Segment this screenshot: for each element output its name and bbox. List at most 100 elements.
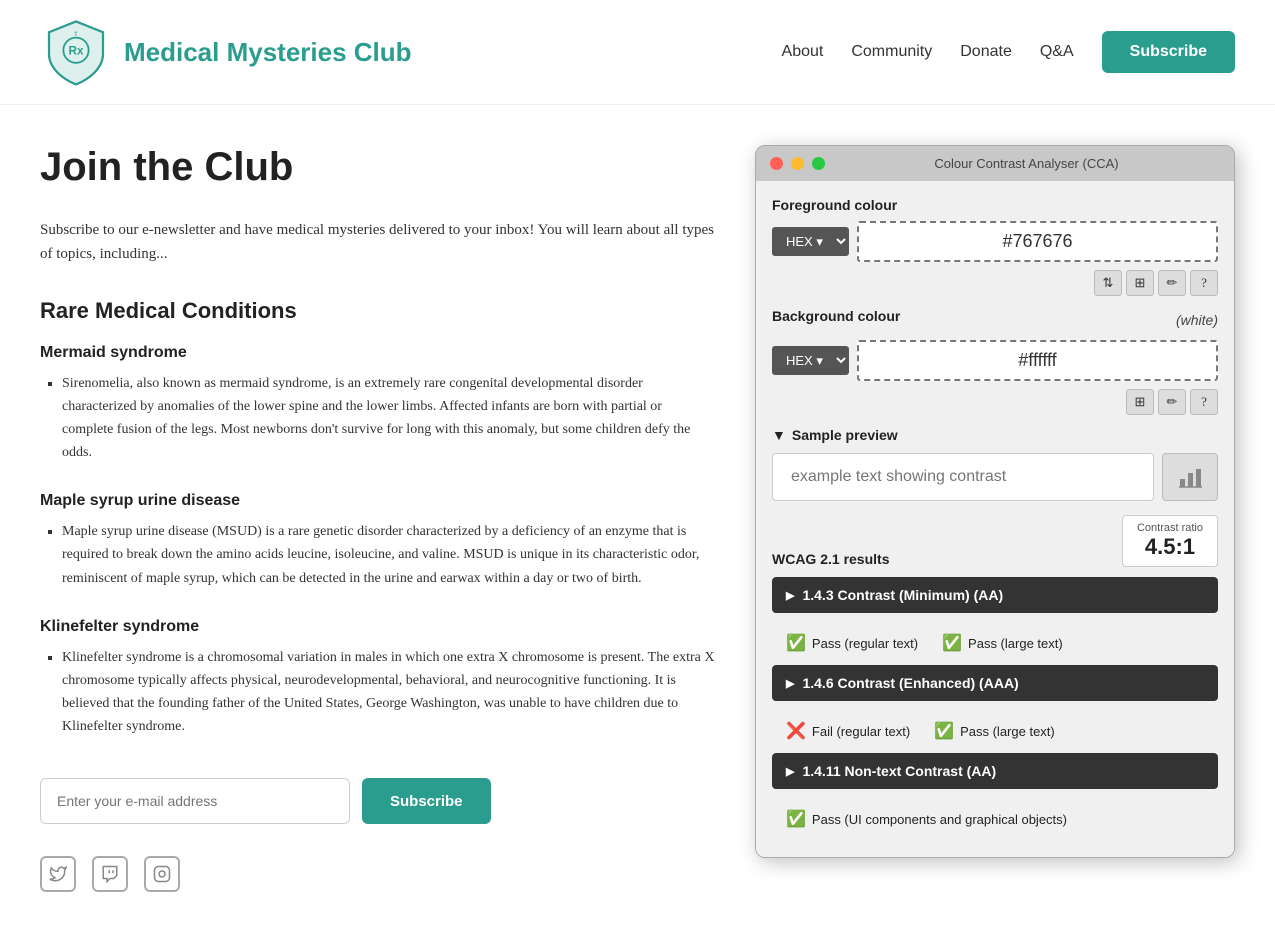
wcag-item-1: ▶ 1.4.6 Contrast (Enhanced) (AAA) ❌ Fail… [772, 665, 1218, 747]
contrast-ratio-value: 4.5:1 [1137, 534, 1203, 560]
wcag-item-label-1: 1.4.6 Contrast (Enhanced) (AAA) [802, 675, 1018, 691]
wcag-result-0-0: ✅ Pass (regular text) [786, 629, 918, 657]
wcag-result-label-2-0: Pass (UI components and graphical object… [812, 812, 1067, 827]
foreground-hex-input[interactable] [857, 221, 1218, 262]
wcag-results-1: ❌ Fail (regular text) ✅ Pass (large text… [772, 709, 1218, 747]
wcag-result-label-1-0: Fail (regular text) [812, 724, 910, 739]
condition-name-1: Maple syrup urine disease [40, 492, 715, 510]
nav-about[interactable]: About [782, 43, 824, 61]
svg-text:⚕: ⚕ [74, 29, 78, 38]
foreground-label: Foreground colour [772, 197, 1218, 213]
wcag-result-label-0-0: Pass (regular text) [812, 636, 918, 651]
wcag-result-1-0: ❌ Fail (regular text) [786, 717, 910, 745]
wcag-item-0: ▶ 1.4.3 Contrast (Minimum) (AA) ✅ Pass (… [772, 577, 1218, 659]
background-hex-input[interactable] [857, 340, 1218, 381]
background-label-row: Background colour (white) [772, 308, 1218, 332]
cca-column: Colour Contrast Analyser (CCA) Foregroun… [755, 145, 1235, 892]
background-format-select[interactable]: HEX ▾ [772, 346, 849, 375]
subscribe-row: Subscribe [40, 778, 715, 824]
twitter-icon[interactable] [40, 856, 76, 892]
sample-preview-header[interactable]: ▼ Sample preview [772, 427, 1218, 443]
wcag-result-1-1: ✅ Pass (large text) [934, 717, 1055, 745]
bg-settings-icon[interactable]: ⊞ [1126, 389, 1154, 415]
twitch-icon[interactable] [92, 856, 128, 892]
section-title: Rare Medical Conditions [40, 298, 715, 324]
titlebar-maximize-dot[interactable] [812, 157, 825, 170]
wcag-item-header-1[interactable]: ▶ 1.4.6 Contrast (Enhanced) (AAA) [772, 665, 1218, 701]
wcag-results-0: ✅ Pass (regular text) ✅ Pass (large text… [772, 621, 1218, 659]
wcag-results-header: WCAG 2.1 results Contrast ratio 4.5:1 [772, 515, 1218, 567]
sample-text-box: example text showing contrast [772, 453, 1154, 501]
condition-text-2: Klinefelter syndrome is a chromosomal va… [62, 646, 715, 738]
background-tool-icons: ⊞ ✏ ? [772, 389, 1218, 415]
cca-window: Colour Contrast Analyser (CCA) Foregroun… [755, 145, 1235, 858]
wcag-item-header-2[interactable]: ▶ 1.4.11 Non-text Contrast (AA) [772, 753, 1218, 789]
nav-community[interactable]: Community [851, 43, 932, 61]
social-icons [40, 856, 715, 892]
logo-icon: Rx ⚕ [40, 16, 112, 88]
nav-subscribe-button[interactable]: Subscribe [1102, 31, 1235, 73]
sample-chart-button[interactable] [1162, 453, 1218, 501]
sample-preview-row: example text showing contrast [772, 453, 1218, 501]
foreground-color-row: HEX ▾ [772, 221, 1218, 262]
condition-maple: Maple syrup urine disease Maple syrup ur… [40, 492, 715, 589]
wcag-play-icon-0: ▶ [786, 589, 794, 602]
background-color-row: HEX ▾ [772, 340, 1218, 381]
wcag-item-label-0: 1.4.3 Contrast (Minimum) (AA) [802, 587, 1003, 603]
nav-qa[interactable]: Q&A [1040, 43, 1074, 61]
cca-titlebar: Colour Contrast Analyser (CCA) [756, 146, 1234, 181]
wcag-item-2: ▶ 1.4.11 Non-text Contrast (AA) ✅ Pass (… [772, 753, 1218, 835]
email-input[interactable] [40, 778, 350, 824]
titlebar-minimize-dot[interactable] [791, 157, 804, 170]
page-heading: Join the Club [40, 145, 715, 190]
wcag-play-icon-2: ▶ [786, 765, 794, 778]
intro-text: Subscribe to our e-newsletter and have m… [40, 218, 715, 266]
wcag-result-label-0-1: Pass (large text) [968, 636, 1063, 651]
bg-eyedropper-icon[interactable]: ✏ [1158, 389, 1186, 415]
sample-preview-label: Sample preview [792, 427, 898, 443]
sample-preview-section: ▼ Sample preview example text showing co… [772, 427, 1218, 835]
wcag-results-2: ✅ Pass (UI components and graphical obje… [772, 797, 1218, 835]
condition-name-0: Mermaid syndrome [40, 344, 715, 362]
foreground-format-select[interactable]: HEX ▾ [772, 227, 849, 256]
logo-link[interactable]: Rx ⚕ Medical Mysteries Club [40, 16, 412, 88]
cca-body: Foreground colour HEX ▾ ⇅ ⊞ ✏ ? Backgrou… [756, 181, 1234, 857]
contrast-ratio-box: Contrast ratio 4.5:1 [1122, 515, 1218, 567]
condition-text-1: Maple syrup urine disease (MSUD) is a ra… [62, 520, 715, 589]
fg-swap-icon[interactable]: ⇅ [1094, 270, 1122, 296]
pass-icon-0-0: ✅ [786, 633, 806, 653]
wcag-item-label-2: 1.4.11 Non-text Contrast (AA) [802, 763, 996, 779]
pass-icon-2-0: ✅ [786, 809, 806, 829]
background-white-label: (white) [1176, 312, 1218, 328]
fail-icon-1-0: ❌ [786, 721, 806, 741]
nav-donate[interactable]: Donate [960, 43, 1012, 61]
fg-settings-icon[interactable]: ⊞ [1126, 270, 1154, 296]
condition-klinefelter: Klinefelter syndrome Klinefelter syndrom… [40, 618, 715, 738]
condition-text-0: Sirenomelia, also known as mermaid syndr… [62, 372, 715, 464]
content-column: Join the Club Subscribe to our e-newslet… [40, 145, 715, 892]
bg-help-icon[interactable]: ? [1190, 389, 1218, 415]
wcag-item-header-0[interactable]: ▶ 1.4.3 Contrast (Minimum) (AA) [772, 577, 1218, 613]
wcag-result-0-1: ✅ Pass (large text) [942, 629, 1063, 657]
svg-text:Rx: Rx [69, 45, 84, 58]
condition-mermaid: Mermaid syndrome Sirenomelia, also known… [40, 344, 715, 464]
foreground-tool-icons: ⇅ ⊞ ✏ ? [772, 270, 1218, 296]
condition-name-2: Klinefelter syndrome [40, 618, 715, 636]
instagram-icon[interactable] [144, 856, 180, 892]
contrast-ratio-label: Contrast ratio [1137, 522, 1203, 534]
fg-eyedropper-icon[interactable]: ✏ [1158, 270, 1186, 296]
cca-title: Colour Contrast Analyser (CCA) [833, 156, 1220, 171]
subscribe-button[interactable]: Subscribe [362, 778, 491, 824]
titlebar-close-dot[interactable] [770, 157, 783, 170]
fg-help-icon[interactable]: ? [1190, 270, 1218, 296]
wcag-play-icon-1: ▶ [786, 677, 794, 690]
wcag-result-2-0: ✅ Pass (UI components and graphical obje… [786, 805, 1067, 833]
nav-links: About Community Donate Q&A Subscribe [782, 31, 1235, 73]
wcag-title: WCAG 2.1 results [772, 551, 889, 567]
pass-icon-0-1: ✅ [942, 633, 962, 653]
background-label: Background colour [772, 308, 900, 324]
sample-preview-triangle: ▼ [772, 427, 786, 443]
wcag-result-label-1-1: Pass (large text) [960, 724, 1055, 739]
chart-icon [1176, 463, 1204, 491]
pass-icon-1-1: ✅ [934, 721, 954, 741]
